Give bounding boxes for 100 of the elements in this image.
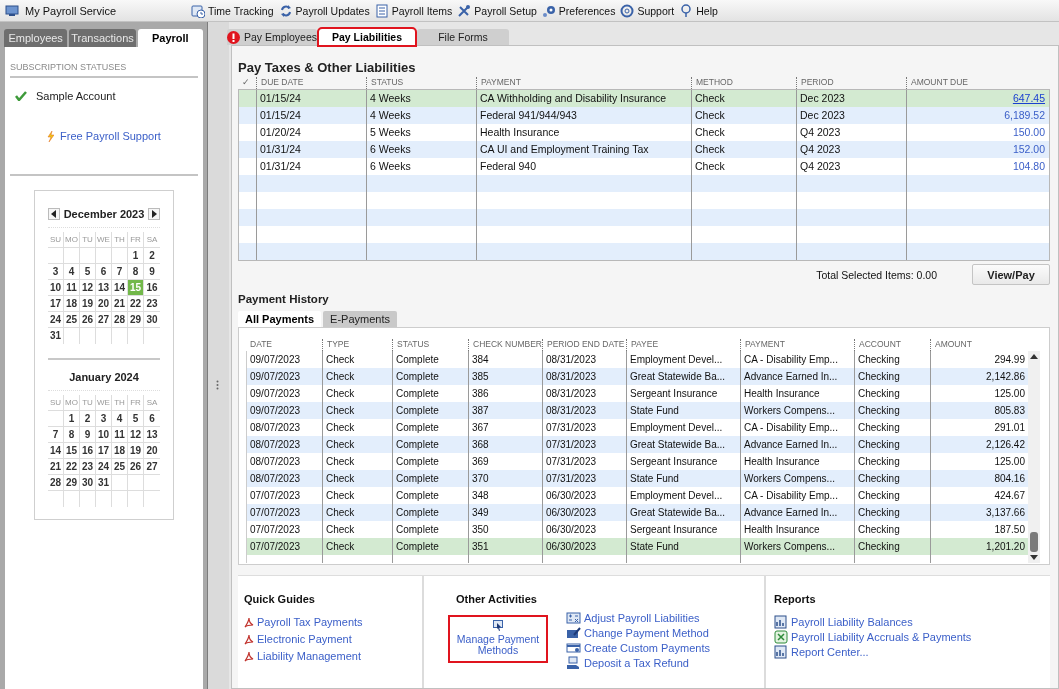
calendar-day[interactable]: 9 xyxy=(80,427,96,443)
menu-item[interactable]: Support xyxy=(618,3,677,18)
tab[interactable]: Employees xyxy=(4,29,68,47)
table-row[interactable]: 01/15/24 4 Weeks Federal 941/944/943 Check Dec 2023 6,189.52 xyxy=(239,107,1049,124)
calendar-day[interactable]: 5 xyxy=(80,264,96,280)
table-row[interactable]: 07/07/2023 Check Complete 350 06/30/2023 Sergeant Insurance Health Insurance Checking 187.50 xyxy=(247,521,1028,538)
table-row[interactable]: 08/07/2023 Check Complete 369 07/31/2023 Sergeant Insurance Health Insurance Checking 125.00 xyxy=(247,453,1028,470)
calendar-day[interactable]: 20 xyxy=(144,443,160,459)
table-row[interactable]: 09/07/2023 Check Complete 384 08/31/2023 Employment Devel... CA - Disability Emp... Checking 294.99 xyxy=(247,351,1028,368)
tab[interactable]: Transactions xyxy=(69,29,136,47)
menu-item[interactable]: Help xyxy=(677,3,720,18)
table-row[interactable]: 08/07/2023 Check Complete 368 07/31/2023 Great Statewide Ba... Advance Earned In... Checking 2,126.42 xyxy=(247,436,1028,453)
calendar-day[interactable]: 31 xyxy=(96,475,112,491)
calendar-day[interactable]: 13 xyxy=(96,280,112,296)
menu-item[interactable]: Payroll Items xyxy=(372,3,455,18)
calendar-day[interactable]: 23 xyxy=(144,296,160,312)
calendar-day[interactable]: 2 xyxy=(80,411,96,427)
calendar-day[interactable]: 4 xyxy=(64,264,80,280)
calendar-day[interactable]: 7 xyxy=(48,427,64,443)
manage-payment-methods-link[interactable]: Manage Payment Methods xyxy=(448,615,548,663)
support-link[interactable]: Free Payroll Support xyxy=(60,130,161,142)
calendar-day[interactable]: 30 xyxy=(80,475,96,491)
calendar-day[interactable]: 25 xyxy=(112,459,128,475)
calendar-day[interactable]: 27 xyxy=(144,459,160,475)
menu-item[interactable]: Preferences xyxy=(539,3,618,18)
calendar-day[interactable]: 22 xyxy=(64,459,80,475)
calendar-day[interactable]: 14 xyxy=(48,443,64,459)
calendar-day[interactable]: 13 xyxy=(144,427,160,443)
calendar-day[interactable]: 4 xyxy=(112,411,128,427)
tab[interactable]: All Payments xyxy=(238,311,322,327)
menu-item[interactable]: Payroll Setup xyxy=(455,3,539,18)
calendar-day[interactable]: 16 xyxy=(144,280,160,296)
next-month-button[interactable] xyxy=(148,208,160,220)
table-row[interactable]: 09/07/2023 Check Complete 385 08/31/2023 Great Statewide Ba... Advance Earned In... Checking 2,142.86 xyxy=(247,368,1028,385)
table-row[interactable]: 01/31/24 6 Weeks CA UI and Employment Training Tax Check Q4 2023 152.00 xyxy=(239,141,1049,158)
amount-link[interactable]: 152.00 xyxy=(1012,143,1045,155)
tab[interactable]: Pay Liabilities xyxy=(319,29,415,45)
calendar-day[interactable]: 20 xyxy=(96,296,112,312)
report-link[interactable]: Report Center... xyxy=(774,645,1050,659)
amount-link[interactable]: 104.80 xyxy=(1012,160,1045,172)
report-link[interactable]: Payroll Liability Balances xyxy=(774,615,1050,629)
calendar-day[interactable]: 9 xyxy=(144,264,160,280)
activity-link[interactable]: Change Payment Method xyxy=(566,626,710,640)
calendar-day[interactable]: 11 xyxy=(112,427,128,443)
table-row[interactable]: 01/15/24 4 Weeks CA Withholding and Disability Insurance Check Dec 2023 647.45 xyxy=(239,90,1049,107)
calendar-day[interactable]: 11 xyxy=(64,280,80,296)
guide-link[interactable]: Liability Management xyxy=(244,649,422,663)
calendar-day[interactable]: 23 xyxy=(80,459,96,475)
calendar-day[interactable]: 24 xyxy=(96,459,112,475)
table-row[interactable]: 08/07/2023 Check Complete 370 07/31/2023 State Fund Workers Compens... Checking 804.16 xyxy=(247,470,1028,487)
calendar-day[interactable]: 29 xyxy=(64,475,80,491)
tab[interactable]: Payroll xyxy=(137,29,203,47)
table-row[interactable]: 07/07/2023 Check Complete 348 06/30/2023 Employment Devel... CA - Disability Emp... Checking 424.67 xyxy=(247,487,1028,504)
calendar-day[interactable]: 2 xyxy=(144,248,160,264)
table-row[interactable]: 07/07/2023 Check Complete 349 06/30/2023 Great Statewide Ba... Advance Earned In... Checking 3,137.66 xyxy=(247,504,1028,521)
calendar-day[interactable]: 26 xyxy=(128,459,144,475)
tab[interactable]: E-Payments xyxy=(323,311,397,327)
calendar-day[interactable]: 1 xyxy=(128,248,144,264)
table-row[interactable]: 09/07/2023 Check Complete 387 08/31/2023 State Fund Workers Compens... Checking 805.83 xyxy=(247,402,1028,419)
guide-link[interactable]: Electronic Payment xyxy=(244,632,422,646)
calendar-day[interactable]: 5 xyxy=(128,411,144,427)
calendar-day[interactable]: 12 xyxy=(128,427,144,443)
tab[interactable]: Pay Employees xyxy=(227,29,317,45)
previous-month-button[interactable] xyxy=(48,208,60,220)
activity-link[interactable]: Deposit a Tax Refund xyxy=(566,656,710,670)
tab[interactable]: File Forms xyxy=(417,29,509,45)
menu-item[interactable]: Time Tracking xyxy=(189,3,276,18)
column-header[interactable]: DATE xyxy=(246,339,322,351)
table-row[interactable]: 07/07/2023 Check Complete 351 06/30/2023 State Fund Workers Compens... Checking 1,201.20 xyxy=(247,538,1028,555)
table-row[interactable]: 09/07/2023 Check Complete 386 08/31/2023 Sergeant Insurance Health Insurance Checking 125.00 xyxy=(247,385,1028,402)
calendar-day[interactable]: 19 xyxy=(128,443,144,459)
calendar-day[interactable]: 7 xyxy=(112,264,128,280)
calendar-day[interactable]: 27 xyxy=(96,312,112,328)
calendar-day[interactable]: 10 xyxy=(96,427,112,443)
view-pay-button[interactable]: View/Pay xyxy=(972,264,1050,285)
calendar-day[interactable]: 3 xyxy=(48,264,64,280)
calendar-day[interactable]: 31 xyxy=(48,328,64,344)
calendar-day[interactable]: 21 xyxy=(112,296,128,312)
calendar-day[interactable]: 15 xyxy=(64,443,80,459)
calendar-day[interactable]: 22 xyxy=(128,296,144,312)
calendar-day[interactable]: 26 xyxy=(80,312,96,328)
calendar-day[interactable]: 19 xyxy=(80,296,96,312)
column-header[interactable]: ✓ xyxy=(238,77,256,89)
calendar-day[interactable]: 8 xyxy=(64,427,80,443)
calendar-day[interactable]: 3 xyxy=(96,411,112,427)
calendar-day[interactable]: 16 xyxy=(80,443,96,459)
report-link[interactable]: Payroll Liability Accruals & Payments xyxy=(774,630,1050,644)
activity-link[interactable]: Adjust Payroll Liabilities xyxy=(566,611,710,625)
calendar-day[interactable]: 28 xyxy=(48,475,64,491)
calendar-day[interactable]: 17 xyxy=(96,443,112,459)
calendar-day[interactable]: 1 xyxy=(64,411,80,427)
amount-link[interactable]: 6,189.52 xyxy=(1004,109,1045,121)
calendar-day[interactable]: 28 xyxy=(112,312,128,328)
calendar-day[interactable]: 30 xyxy=(144,312,160,328)
calendar-day[interactable]: 10 xyxy=(48,280,64,296)
calendar-day[interactable]: 12 xyxy=(80,280,96,296)
amount-link[interactable]: 647.45 xyxy=(1012,92,1045,104)
calendar-day[interactable]: 17 xyxy=(48,296,64,312)
calendar-day[interactable]: 6 xyxy=(144,411,160,427)
calendar-day[interactable]: 29 xyxy=(128,312,144,328)
